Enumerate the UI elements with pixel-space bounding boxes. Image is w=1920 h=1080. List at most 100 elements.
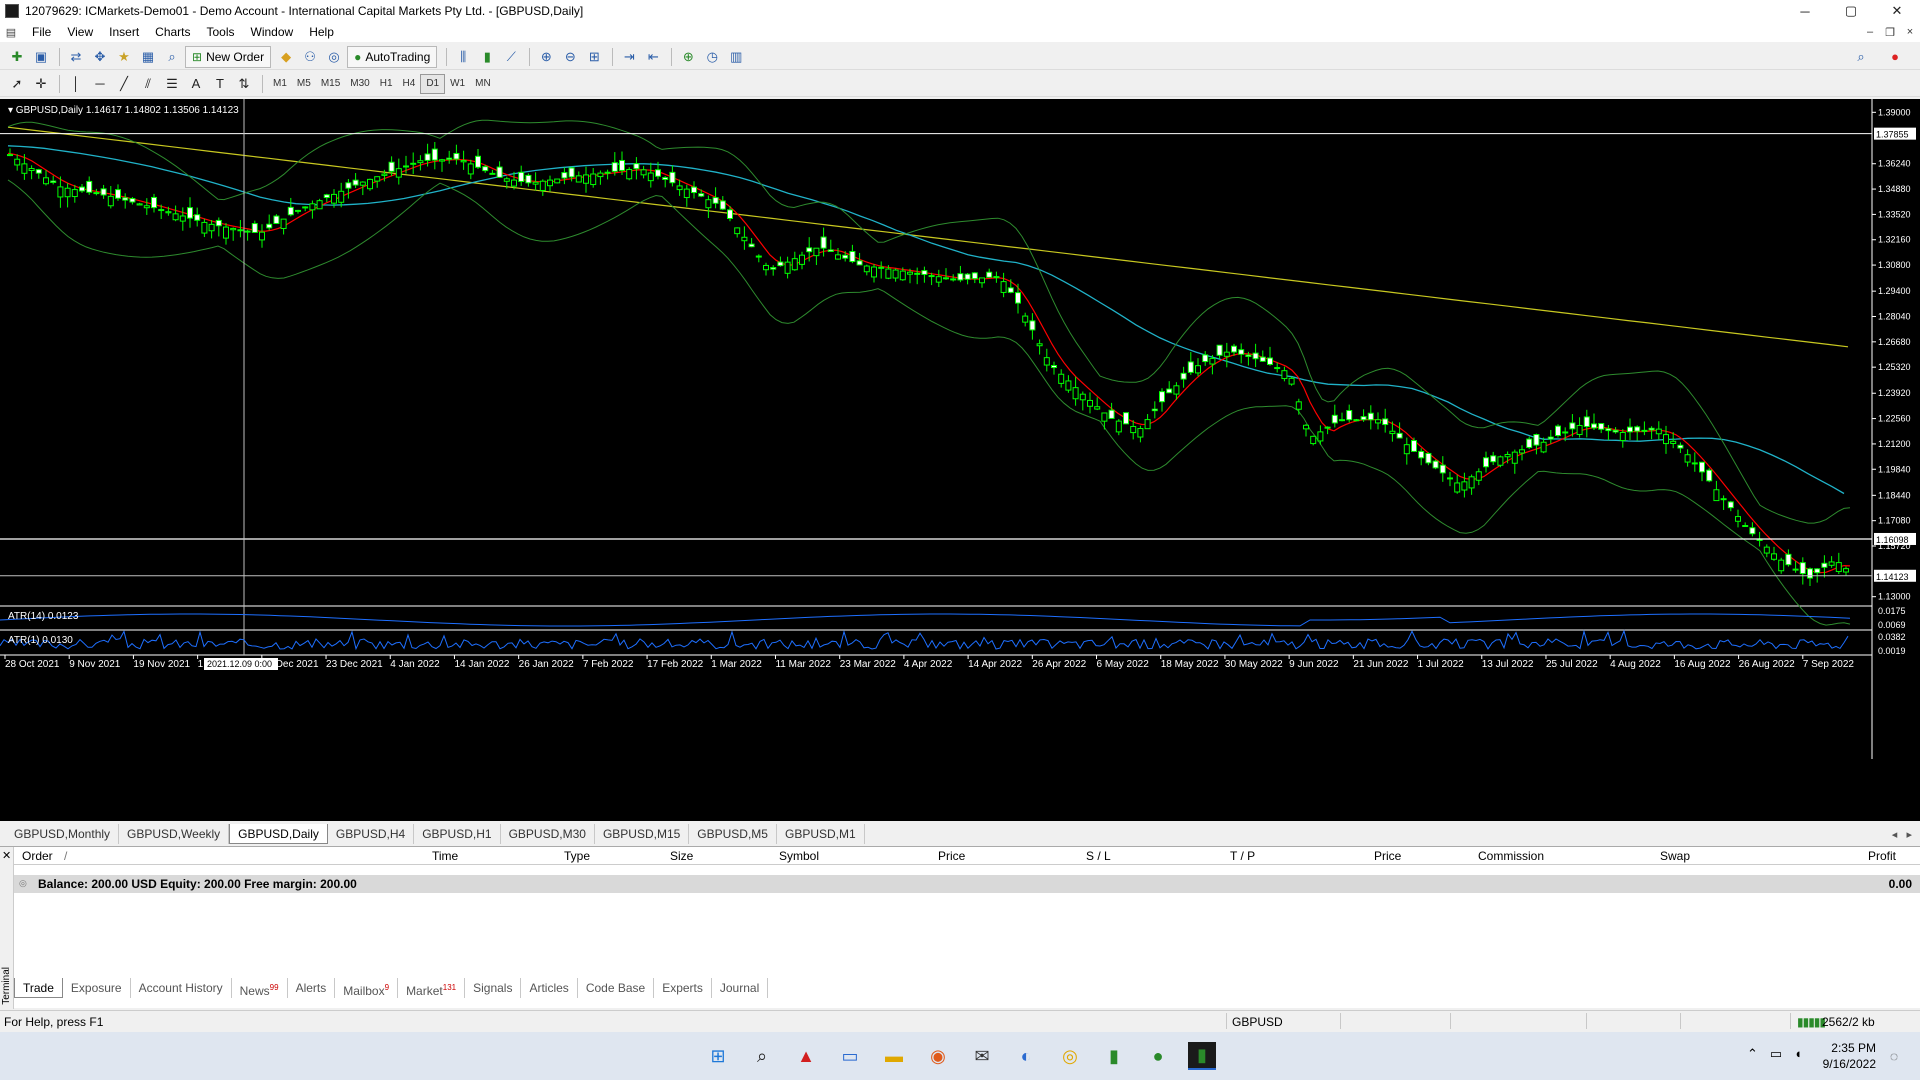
tab-mailbox[interactable]: Mailbox9 [335,978,399,998]
chart-window[interactable]: ▾ GBPUSD,Daily 1.14617 1.14802 1.13506 1… [0,99,1920,821]
navigator-icon[interactable]: ★ [113,46,135,68]
indicators-icon[interactable]: ⊕ [677,46,699,68]
zoom-in-icon[interactable]: ⊕ [535,46,557,68]
crosshair-icon[interactable]: ✛ [30,73,52,95]
tile-windows-icon[interactable]: ⊞ [583,46,605,68]
tab-gbpusd-m30[interactable]: GBPUSD,M30 [501,824,595,844]
terminal-icon[interactable]: ▦ [137,46,159,68]
tf-w1[interactable]: W1 [445,74,470,94]
maximize-button[interactable]: ▢ [1828,0,1874,22]
col-price2[interactable]: Price [1374,849,1401,863]
tab-gbpusd-daily[interactable]: GBPUSD,Daily [229,824,328,844]
search-icon[interactable]: ⌕ [748,1042,776,1070]
child-restore-icon[interactable]: ❐ [1880,26,1900,39]
tf-d1[interactable]: D1 [420,73,446,94]
menu-window[interactable]: Window [243,22,302,42]
periods-icon[interactable]: ◷ [701,46,723,68]
col-swap[interactable]: Swap [1660,849,1690,863]
tf-mn[interactable]: MN [470,74,496,94]
menu-help[interactable]: Help [301,22,342,42]
terminal-close-icon[interactable]: ✕ [2,849,11,862]
trading-chart-icon[interactable]: ▮ [1100,1042,1128,1070]
cursor-icon[interactable]: ➚ [6,73,28,95]
templates-icon[interactable]: ▥ [725,46,747,68]
tab-scroll-arrows-icon[interactable]: ◂ ▸ [1892,828,1912,841]
text-label-icon[interactable]: T [209,73,231,95]
mail-app-icon[interactable]: ✉ [968,1042,996,1070]
text-icon[interactable]: A [185,73,207,95]
tab-gbpusd-m5[interactable]: GBPUSD,M5 [689,824,777,844]
tf-h1[interactable]: H1 [375,74,398,94]
col-size[interactable]: Size [670,849,693,863]
search-icon[interactable]: ⌕ [1850,46,1872,68]
tab-experts[interactable]: Experts [654,978,712,998]
col-order[interactable]: Order [22,849,53,863]
tab-gbpusd-weekly[interactable]: GBPUSD,Weekly [119,824,230,844]
tab-gbpusd-h1[interactable]: GBPUSD,H1 [414,824,501,844]
menu-view[interactable]: View [59,22,101,42]
tf-m1[interactable]: M1 [268,74,292,94]
tab-account-history[interactable]: Account History [131,978,232,998]
tab-gbpusd-h4[interactable]: GBPUSD,H4 [328,824,415,844]
menu-tools[interactable]: Tools [199,22,243,42]
menu-file[interactable]: File [24,22,59,42]
horizontal-line-icon[interactable]: ─ [89,73,111,95]
col-profit[interactable]: Profit [1868,849,1896,863]
chrome-icon[interactable]: ◎ [1056,1042,1084,1070]
app-eight-icon[interactable]: ● [1144,1042,1172,1070]
clock[interactable]: 2:35 PM 9/16/2022 [1823,1040,1876,1072]
bar-chart-icon[interactable]: ⫼ [452,46,474,68]
tab-journal[interactable]: Journal [712,978,769,998]
notification-center-icon[interactable]: ◌ [1880,1042,1908,1070]
fibonacci-icon[interactable]: ☰ [161,73,183,95]
trendline-icon[interactable]: ╱ [113,73,135,95]
tab-gbpusd-m15[interactable]: GBPUSD,M15 [595,824,690,844]
menu-insert[interactable]: Insert [101,22,147,42]
tf-h4[interactable]: H4 [398,74,421,94]
tab-exposure[interactable]: Exposure [63,978,131,998]
menu-charts[interactable]: Charts [147,22,198,42]
candlesticks-icon[interactable]: ▮ [476,46,498,68]
tab-articles[interactable]: Articles [521,978,578,998]
tab-gbpusd-monthly[interactable]: GBPUSD,Monthly [6,824,120,844]
col-tp[interactable]: T / P [1230,849,1255,863]
remote-desktop-icon[interactable]: ▭ [836,1042,864,1070]
new-chart-icon[interactable]: ✚ [6,46,28,68]
scroll-chart-icon[interactable]: ⇥ [618,46,640,68]
new-order-button[interactable]: ⊞ New Order [185,45,272,68]
profiles-icon[interactable]: ▣ [30,46,52,68]
notifications-icon[interactable]: ● [1884,46,1906,68]
close-button[interactable]: ✕ [1874,0,1920,22]
file-explorer-icon[interactable]: ▬ [880,1042,908,1070]
vps-icon[interactable]: ◎ [323,46,345,68]
zoom-out-icon[interactable]: ⊖ [559,46,581,68]
autotrading-button[interactable]: ● AutoTrading [347,45,438,68]
network-icon[interactable]: ▭ [1770,1046,1782,1062]
acrobat-icon[interactable]: ▲ [792,1042,820,1070]
col-commission[interactable]: Commission [1478,849,1544,863]
tab-code-base[interactable]: Code Base [578,978,655,998]
tf-m15[interactable]: M15 [316,74,345,94]
tab-signals[interactable]: Signals [465,978,522,998]
metatrader-icon[interactable]: ▮ [1188,1042,1216,1070]
child-close-icon[interactable]: × [1900,26,1920,39]
tab-alerts[interactable]: Alerts [288,978,336,998]
tray-chevron-icon[interactable]: ⌃ [1747,1046,1758,1062]
tf-m5[interactable]: M5 [292,74,316,94]
tab-trade[interactable]: Trade [14,978,63,998]
minimize-button[interactable]: ─ [1782,0,1828,22]
market-watch-icon[interactable]: ⇄ [65,46,87,68]
firefox-icon[interactable]: ◉ [924,1042,952,1070]
col-symbol[interactable]: Symbol [779,849,819,863]
signals-icon[interactable]: ⚇ [299,46,321,68]
arrows-icon[interactable]: ⇅ [233,73,255,95]
col-type[interactable]: Type [564,849,590,863]
price-chart[interactable]: ▾ GBPUSD,Daily 1.14617 1.14802 1.13506 1… [0,99,1920,821]
tab-market[interactable]: Market131 [398,978,466,998]
tab-news[interactable]: News99 [232,978,288,998]
col-price[interactable]: Price [938,849,965,863]
col-sl[interactable]: S / L [1086,849,1111,863]
data-window-icon[interactable]: ✥ [89,46,111,68]
child-minimize-icon[interactable]: – [1860,26,1880,39]
metaeditor-icon[interactable]: ◆ [275,46,297,68]
